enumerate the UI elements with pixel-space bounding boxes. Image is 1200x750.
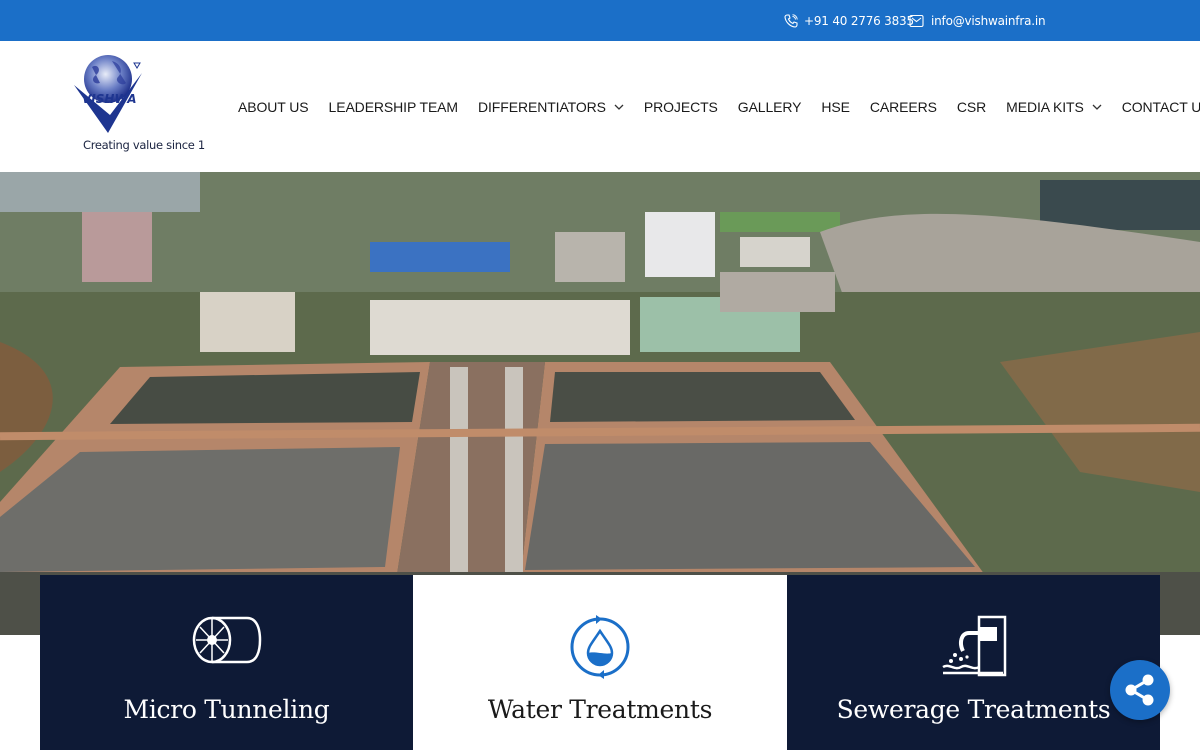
email-contact[interactable]: info@vishwainfra.in bbox=[909, 0, 1046, 41]
treatment-plant-photo bbox=[0, 172, 1200, 635]
card-title: Water Treatments bbox=[487, 695, 713, 724]
svg-text:VISHWA: VISHWA bbox=[82, 92, 137, 106]
service-card-sewerage-treatments[interactable]: Sewerage Treatments bbox=[787, 575, 1160, 750]
top-contact-bar: +91 40 2776 3835 info@vishwainfra.in bbox=[0, 0, 1200, 41]
site-header: VISHWA Creating value since 1 ABOUT US L… bbox=[0, 41, 1200, 172]
share-button[interactable] bbox=[1110, 660, 1170, 720]
vishwa-globe-logo: VISHWA bbox=[74, 55, 142, 133]
service-card-water-treatments[interactable]: Water Treatments bbox=[413, 575, 787, 750]
chevron-down-icon bbox=[1092, 104, 1102, 110]
site-logo[interactable]: VISHWA bbox=[72, 53, 152, 135]
nav-about-us[interactable]: ABOUT US bbox=[228, 99, 319, 115]
nav-differentiators[interactable]: DIFFERENTIATORS bbox=[468, 99, 634, 115]
share-icon bbox=[1125, 674, 1154, 706]
nav-leadership-team[interactable]: LEADERSHIP TEAM bbox=[319, 99, 468, 115]
card-title: Sewerage Treatments bbox=[836, 695, 1111, 724]
hero-image bbox=[0, 172, 1200, 635]
mail-icon bbox=[909, 14, 924, 27]
phone-icon bbox=[784, 13, 798, 28]
water-drop-cycle-icon bbox=[570, 615, 630, 679]
main-navigation: ABOUT US LEADERSHIP TEAM DIFFERENTIATORS… bbox=[228, 41, 1200, 172]
nav-media-kits[interactable]: MEDIA KITS bbox=[996, 99, 1112, 115]
phone-number: +91 40 2776 3835 bbox=[804, 13, 914, 28]
chevron-down-icon bbox=[614, 104, 624, 110]
nav-gallery[interactable]: GALLERY bbox=[728, 99, 812, 115]
email-address: info@vishwainfra.in bbox=[931, 13, 1046, 28]
card-title: Micro Tunneling bbox=[123, 695, 330, 724]
site-tagline: Creating value since 1 bbox=[83, 138, 205, 152]
service-card-micro-tunneling[interactable]: Micro Tunneling bbox=[40, 575, 413, 750]
sewage-outflow-icon bbox=[941, 615, 1006, 677]
nav-projects[interactable]: PROJECTS bbox=[634, 99, 728, 115]
nav-hse[interactable]: HSE bbox=[811, 99, 860, 115]
phone-contact[interactable]: +91 40 2776 3835 bbox=[784, 0, 914, 41]
nav-contact-us[interactable]: CONTACT US bbox=[1112, 99, 1200, 115]
tunnel-icon bbox=[192, 616, 261, 664]
nav-csr[interactable]: CSR bbox=[947, 99, 996, 115]
nav-careers[interactable]: CAREERS bbox=[860, 99, 947, 115]
